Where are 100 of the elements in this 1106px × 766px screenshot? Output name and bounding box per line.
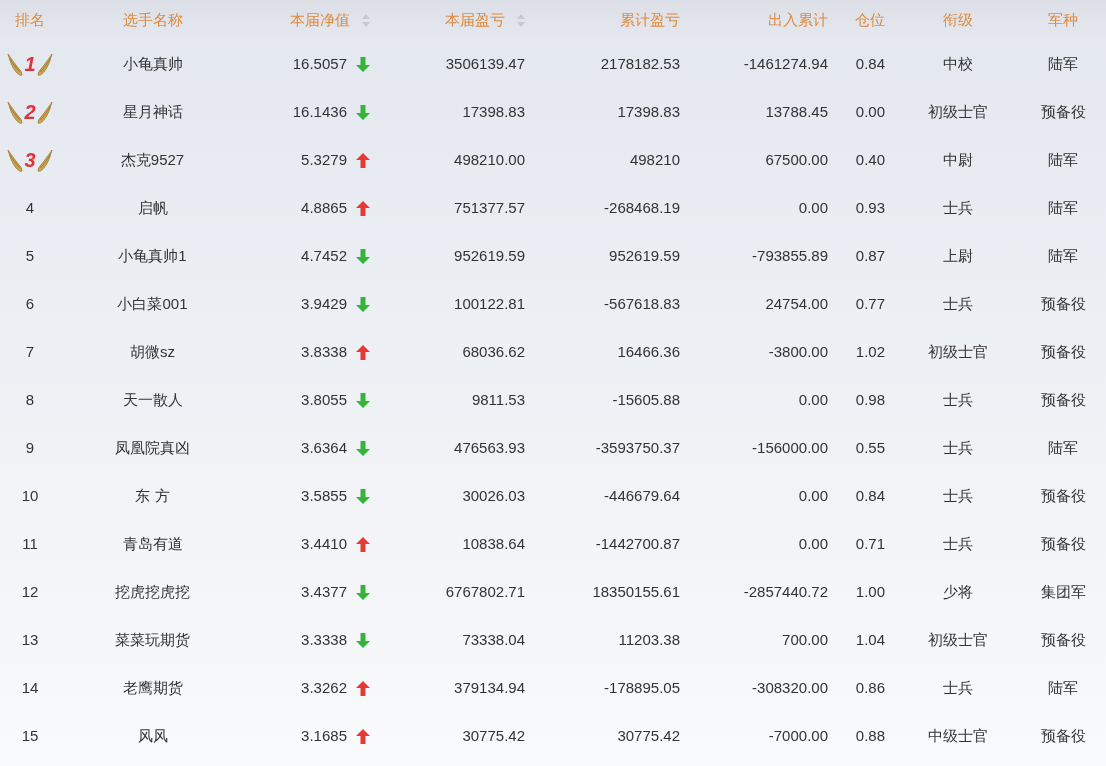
service-branch: 预备役	[1040, 341, 1086, 362]
cumulative-flow: -3800.00	[768, 341, 828, 362]
rank-title: 上尉	[942, 245, 973, 266]
wing-icon	[7, 51, 24, 77]
total-profit: -446679.64	[604, 485, 680, 506]
rank-title: 士兵	[942, 389, 973, 410]
cumulative-flow: -1461274.94	[743, 53, 828, 74]
net-value: 3.4410	[301, 533, 347, 554]
period-profit: 9811.53	[471, 389, 525, 410]
rank-number: 3	[24, 150, 36, 170]
position-ratio: 0.71	[855, 533, 885, 554]
total-profit: 498210	[629, 149, 680, 170]
sort-icon[interactable]	[517, 13, 525, 27]
total-profit: 18350155.61	[592, 581, 680, 602]
cumulative-flow: 700.00	[782, 629, 828, 650]
player-name: 星月神话	[122, 101, 183, 122]
rank-number: 4	[25, 197, 35, 218]
net-value: 4.7452	[301, 245, 347, 266]
service-branch: 陆军	[1048, 53, 1078, 74]
position-ratio: 0.88	[855, 725, 885, 746]
player-name: 杰克9527	[120, 149, 185, 170]
total-profit: -178895.05	[604, 677, 680, 698]
service-branch: 集团军	[1040, 581, 1086, 602]
rank-title: 初级士官	[927, 341, 988, 362]
player-name: 老鹰期货	[122, 677, 183, 698]
period-profit: 379134.94	[454, 677, 525, 698]
rank-number: 6	[25, 293, 35, 314]
rank-title: 士兵	[942, 437, 973, 458]
wing-icon	[36, 51, 53, 77]
total-profit: 11203.38	[618, 629, 680, 650]
rank-title: 士兵	[942, 293, 973, 314]
total-profit: -1442700.87	[595, 533, 680, 554]
rank-number: 7	[25, 341, 35, 362]
wing-icon	[36, 147, 53, 173]
period-profit: 751377.57	[454, 197, 525, 218]
rank-title: 士兵	[942, 485, 973, 506]
rank-number: 8	[25, 389, 35, 410]
total-profit: 2178182.53	[600, 53, 680, 74]
cumulative-flow: 67500.00	[765, 149, 828, 170]
position-ratio: 0.84	[855, 53, 885, 74]
total-profit: -15605.88	[612, 389, 680, 410]
service-branch: 预备役	[1040, 101, 1086, 122]
period-profit: 30775.42	[462, 725, 525, 746]
service-branch: 预备役	[1040, 533, 1086, 554]
column-header: 排名	[15, 9, 45, 30]
net-value: 3.3338	[301, 629, 347, 650]
cumulative-flow: -156000.00	[752, 437, 828, 458]
total-profit: -3593750.37	[595, 437, 680, 458]
position-ratio: 0.87	[855, 245, 885, 266]
player-name: 小龟真帅	[122, 53, 183, 74]
column-header: 累计盈亏	[620, 9, 680, 30]
total-profit: 952619.59	[609, 245, 680, 266]
rank-number: 11	[22, 533, 38, 554]
service-branch: 陆军	[1048, 437, 1078, 458]
net-value: 3.1685	[301, 725, 347, 746]
net-value: 3.5855	[301, 485, 347, 506]
service-branch: 预备役	[1040, 725, 1086, 746]
rank-title: 少将	[942, 581, 973, 602]
rank-title: 士兵	[942, 197, 973, 218]
rank-number: 5	[25, 245, 35, 266]
cumulative-flow: 24754.00	[765, 293, 828, 314]
period-profit: 73338.04	[462, 629, 525, 650]
service-branch: 陆军	[1048, 245, 1078, 266]
period-profit: 6767802.71	[445, 581, 525, 602]
total-profit: -268468.19	[604, 197, 680, 218]
player-name: 胡微sz	[130, 341, 175, 362]
rank-number: 9	[25, 437, 35, 458]
position-ratio: 0.55	[855, 437, 885, 458]
service-branch: 预备役	[1040, 485, 1086, 506]
sort-icon[interactable]	[362, 13, 370, 27]
service-branch: 预备役	[1040, 389, 1086, 410]
player-name: 菜菜玩期货	[115, 629, 190, 650]
net-value: 4.8865	[301, 197, 347, 218]
rank-title: 士兵	[942, 533, 973, 554]
position-ratio: 1.02	[855, 341, 885, 362]
rank-number: 1	[24, 54, 36, 74]
column-header: 本届盈亏	[445, 9, 505, 30]
rank-number: 10	[21, 485, 39, 506]
total-profit: 30775.42	[617, 725, 680, 746]
rank-number: 15	[21, 725, 39, 746]
rank-title: 初级士官	[927, 101, 988, 122]
player-name: 小龟真帅1	[118, 245, 187, 266]
net-value: 3.8338	[301, 341, 347, 362]
position-ratio: 0.84	[855, 485, 885, 506]
position-ratio: 1.00	[855, 581, 885, 602]
player-name: 风风	[137, 725, 168, 746]
cumulative-flow: 0.00	[798, 389, 828, 410]
net-value: 16.1436	[292, 101, 347, 122]
cumulative-flow: 13788.45	[765, 101, 828, 122]
rank-title: 士兵	[942, 677, 973, 698]
position-ratio: 0.86	[855, 677, 885, 698]
service-branch: 陆军	[1048, 149, 1078, 170]
column-header: 选手名称	[122, 9, 183, 30]
rank-number: 12	[21, 581, 39, 602]
service-branch: 陆军	[1048, 677, 1078, 698]
column-header: 本届净值	[290, 9, 350, 30]
net-value: 5.3279	[301, 149, 347, 170]
period-profit: 68036.62	[462, 341, 525, 362]
column-header: 衔级	[942, 9, 973, 30]
player-name: 启帆	[137, 197, 168, 218]
